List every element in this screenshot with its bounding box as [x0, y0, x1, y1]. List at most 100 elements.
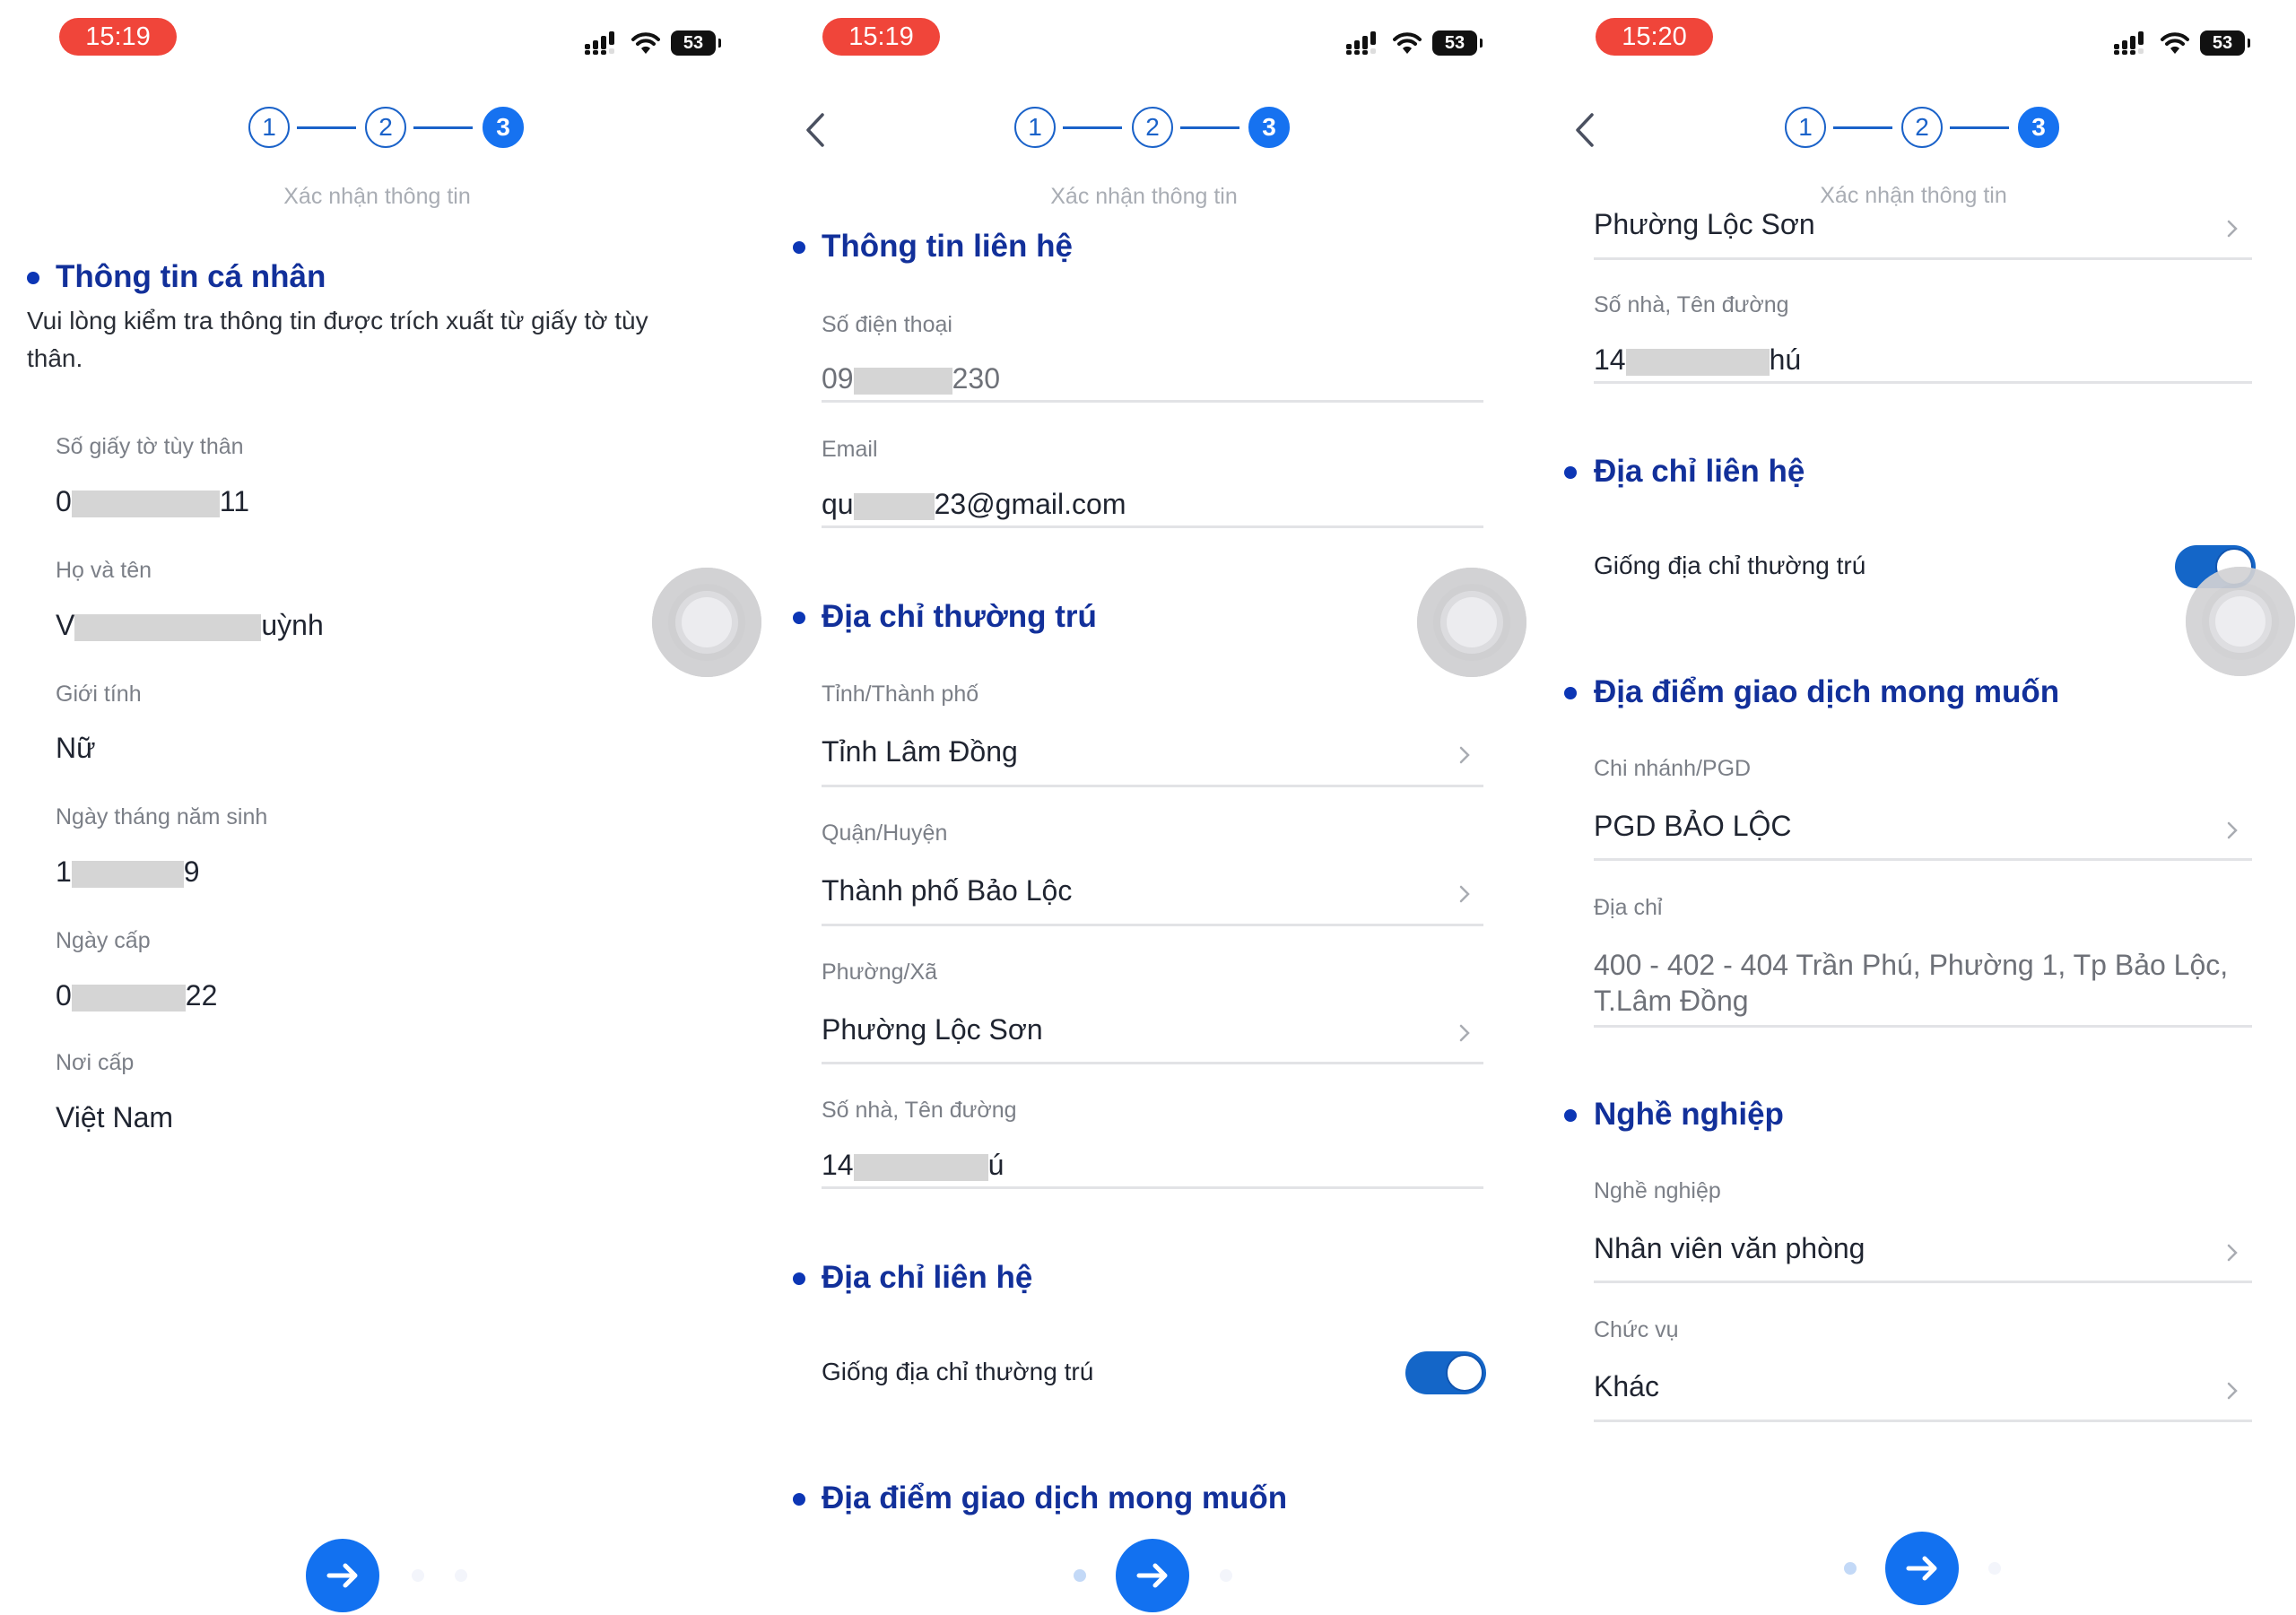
section-bullet — [793, 1493, 805, 1506]
field-underline — [822, 1186, 1483, 1189]
field-label-gender: Giới tính — [56, 682, 142, 707]
field-underline — [822, 525, 1483, 528]
field-value-occupation[interactable]: Nhân viên văn phòng — [1594, 1232, 1865, 1265]
field-value-street[interactable]: 14 hú — [1594, 343, 1801, 377]
step-3: 3 — [2018, 107, 2059, 148]
next-button[interactable] — [1885, 1532, 1959, 1605]
step-3: 3 — [483, 107, 524, 148]
section-bullet — [793, 612, 805, 624]
section-bullet — [1564, 1109, 1577, 1122]
step-connector — [413, 126, 473, 129]
chevron-right-icon — [2227, 821, 2238, 839]
field-value-branch-address: 400 - 402 - 404 Trần Phú, Phường 1, Tp B… — [1594, 949, 2229, 1017]
field-underline — [822, 924, 1483, 926]
step-3: 3 — [1248, 107, 1290, 148]
field-value-district[interactable]: Thành phố Bảo Lộc — [822, 874, 1072, 907]
field-value-id-number: 0 11 — [56, 485, 250, 517]
chevron-right-icon — [1459, 1024, 1470, 1042]
redacted-block — [853, 492, 935, 520]
field-underline — [1594, 381, 2252, 384]
assistive-touch-button[interactable] — [652, 568, 761, 677]
step-label: Xác nhận thông tin — [1820, 183, 2007, 208]
section-bullet — [1564, 466, 1577, 479]
redacted-block — [853, 1153, 988, 1181]
back-button[interactable] — [1567, 108, 1603, 152]
screen-contact-info-scrolled: 15:20 53 1 2 3 Xác nhận thông tin Phường… — [1531, 0, 2296, 1615]
chevron-right-icon — [1459, 746, 1470, 764]
field-underline — [1594, 257, 2252, 260]
redacted-block — [853, 367, 952, 395]
field-label-province: Tỉnh/Thành phố — [822, 682, 979, 707]
section-title-personal: Thông tin cá nhân — [56, 259, 326, 294]
field-label-ward: Phường/Xã — [822, 959, 938, 985]
arrow-right-icon — [326, 1563, 358, 1588]
pagination-dot — [1220, 1569, 1232, 1582]
step-2: 2 — [1132, 107, 1173, 148]
field-value-phone[interactable]: 09 230 — [822, 362, 1000, 395]
field-value-street[interactable]: 14 ú — [822, 1149, 1004, 1182]
step-connector — [1833, 126, 1892, 129]
step-connector — [1063, 126, 1122, 129]
field-underline — [1594, 1025, 2252, 1028]
field-label-full-name: Họ và tên — [56, 558, 152, 583]
field-value-branch[interactable]: PGD BẢO LỘC — [1594, 810, 1792, 843]
section-bullet — [1564, 687, 1577, 699]
step-connector — [1950, 126, 2009, 129]
field-value-email[interactable]: qu 23@gmail.com — [822, 488, 1126, 521]
field-underline — [1594, 1420, 2252, 1422]
screen-contact-info: 15:19 53 1 2 3 Xác nhận thông tin Thông … — [765, 0, 1530, 1615]
same-address-label: Giống địa chỉ thường trú — [1594, 551, 1866, 579]
field-value-ward[interactable]: Phường Lộc Sơn — [1594, 208, 1815, 241]
chevron-right-icon — [2227, 220, 2238, 238]
section-title-occupation: Nghề nghiệp — [1594, 1097, 1784, 1132]
field-label-phone: Số điện thoại — [822, 312, 952, 337]
field-value-province[interactable]: Tỉnh Lâm Đồng — [822, 735, 1018, 768]
cellular-signal-icon — [1346, 31, 1376, 55]
cellular-signal-icon — [2114, 31, 2144, 55]
field-underline — [822, 785, 1483, 787]
section-title-preferred-location: Địa điểm giao dịch mong muốn — [1594, 674, 2060, 709]
field-value-dob: 19 — [56, 855, 200, 888]
status-icons: 53 — [585, 29, 721, 57]
chevron-left-icon — [806, 113, 824, 147]
section-title-preferred-location: Địa điểm giao dịch mong muốn — [822, 1480, 1288, 1515]
wifi-icon — [631, 32, 660, 54]
redacted-block — [1625, 348, 1770, 376]
battery-indicator: 53 — [1432, 30, 1483, 56]
field-value-issue-place: Việt Nam — [56, 1101, 174, 1133]
field-label-issue-date: Ngày cấp — [56, 928, 151, 953]
field-value-ward[interactable]: Phường Lộc Sơn — [822, 1013, 1043, 1046]
arrow-right-icon — [1906, 1556, 1937, 1581]
field-value-position[interactable]: Khác — [1594, 1370, 1659, 1403]
status-time: 15:19 — [59, 18, 177, 56]
field-value-gender: Nữ — [56, 732, 96, 764]
assistive-touch-button[interactable] — [1417, 568, 1526, 677]
chevron-right-icon — [2227, 1382, 2238, 1400]
step-2: 2 — [1901, 107, 1943, 148]
step-label: Xác nhận thông tin — [1050, 184, 1238, 209]
field-label-occupation: Nghề nghiệp — [1594, 1178, 1721, 1203]
same-address-toggle[interactable] — [1405, 1351, 1486, 1394]
status-time: 15:20 — [1596, 18, 1713, 56]
field-label-issue-place: Nơi cấp — [56, 1050, 135, 1075]
chevron-right-icon — [1459, 885, 1470, 903]
step-connector — [297, 126, 356, 129]
arrow-right-icon — [1136, 1563, 1168, 1588]
next-button[interactable] — [1116, 1539, 1189, 1612]
field-label-branch-address: Địa chỉ — [1594, 895, 1663, 920]
field-label-branch: Chi nhánh/PGD — [1594, 756, 1752, 781]
next-button[interactable] — [306, 1539, 379, 1612]
field-label-id-number: Số giấy tờ tùy thân — [56, 434, 244, 459]
back-button[interactable] — [797, 108, 833, 152]
field-label-email: Email — [822, 437, 878, 462]
field-label-dob: Ngày tháng năm sinh — [56, 804, 268, 829]
section-bullet — [793, 241, 805, 254]
assistive-touch-button[interactable] — [2186, 567, 2295, 676]
field-label-position: Chức vụ — [1594, 1317, 1679, 1342]
wifi-icon — [1393, 32, 1422, 54]
field-underline — [1594, 858, 2252, 861]
redacted-block — [74, 613, 262, 641]
field-label-street: Số nhà, Tên đường — [822, 1098, 1017, 1123]
same-address-label: Giống địa chỉ thường trú — [822, 1358, 1094, 1385]
pagination-dot — [455, 1569, 467, 1582]
